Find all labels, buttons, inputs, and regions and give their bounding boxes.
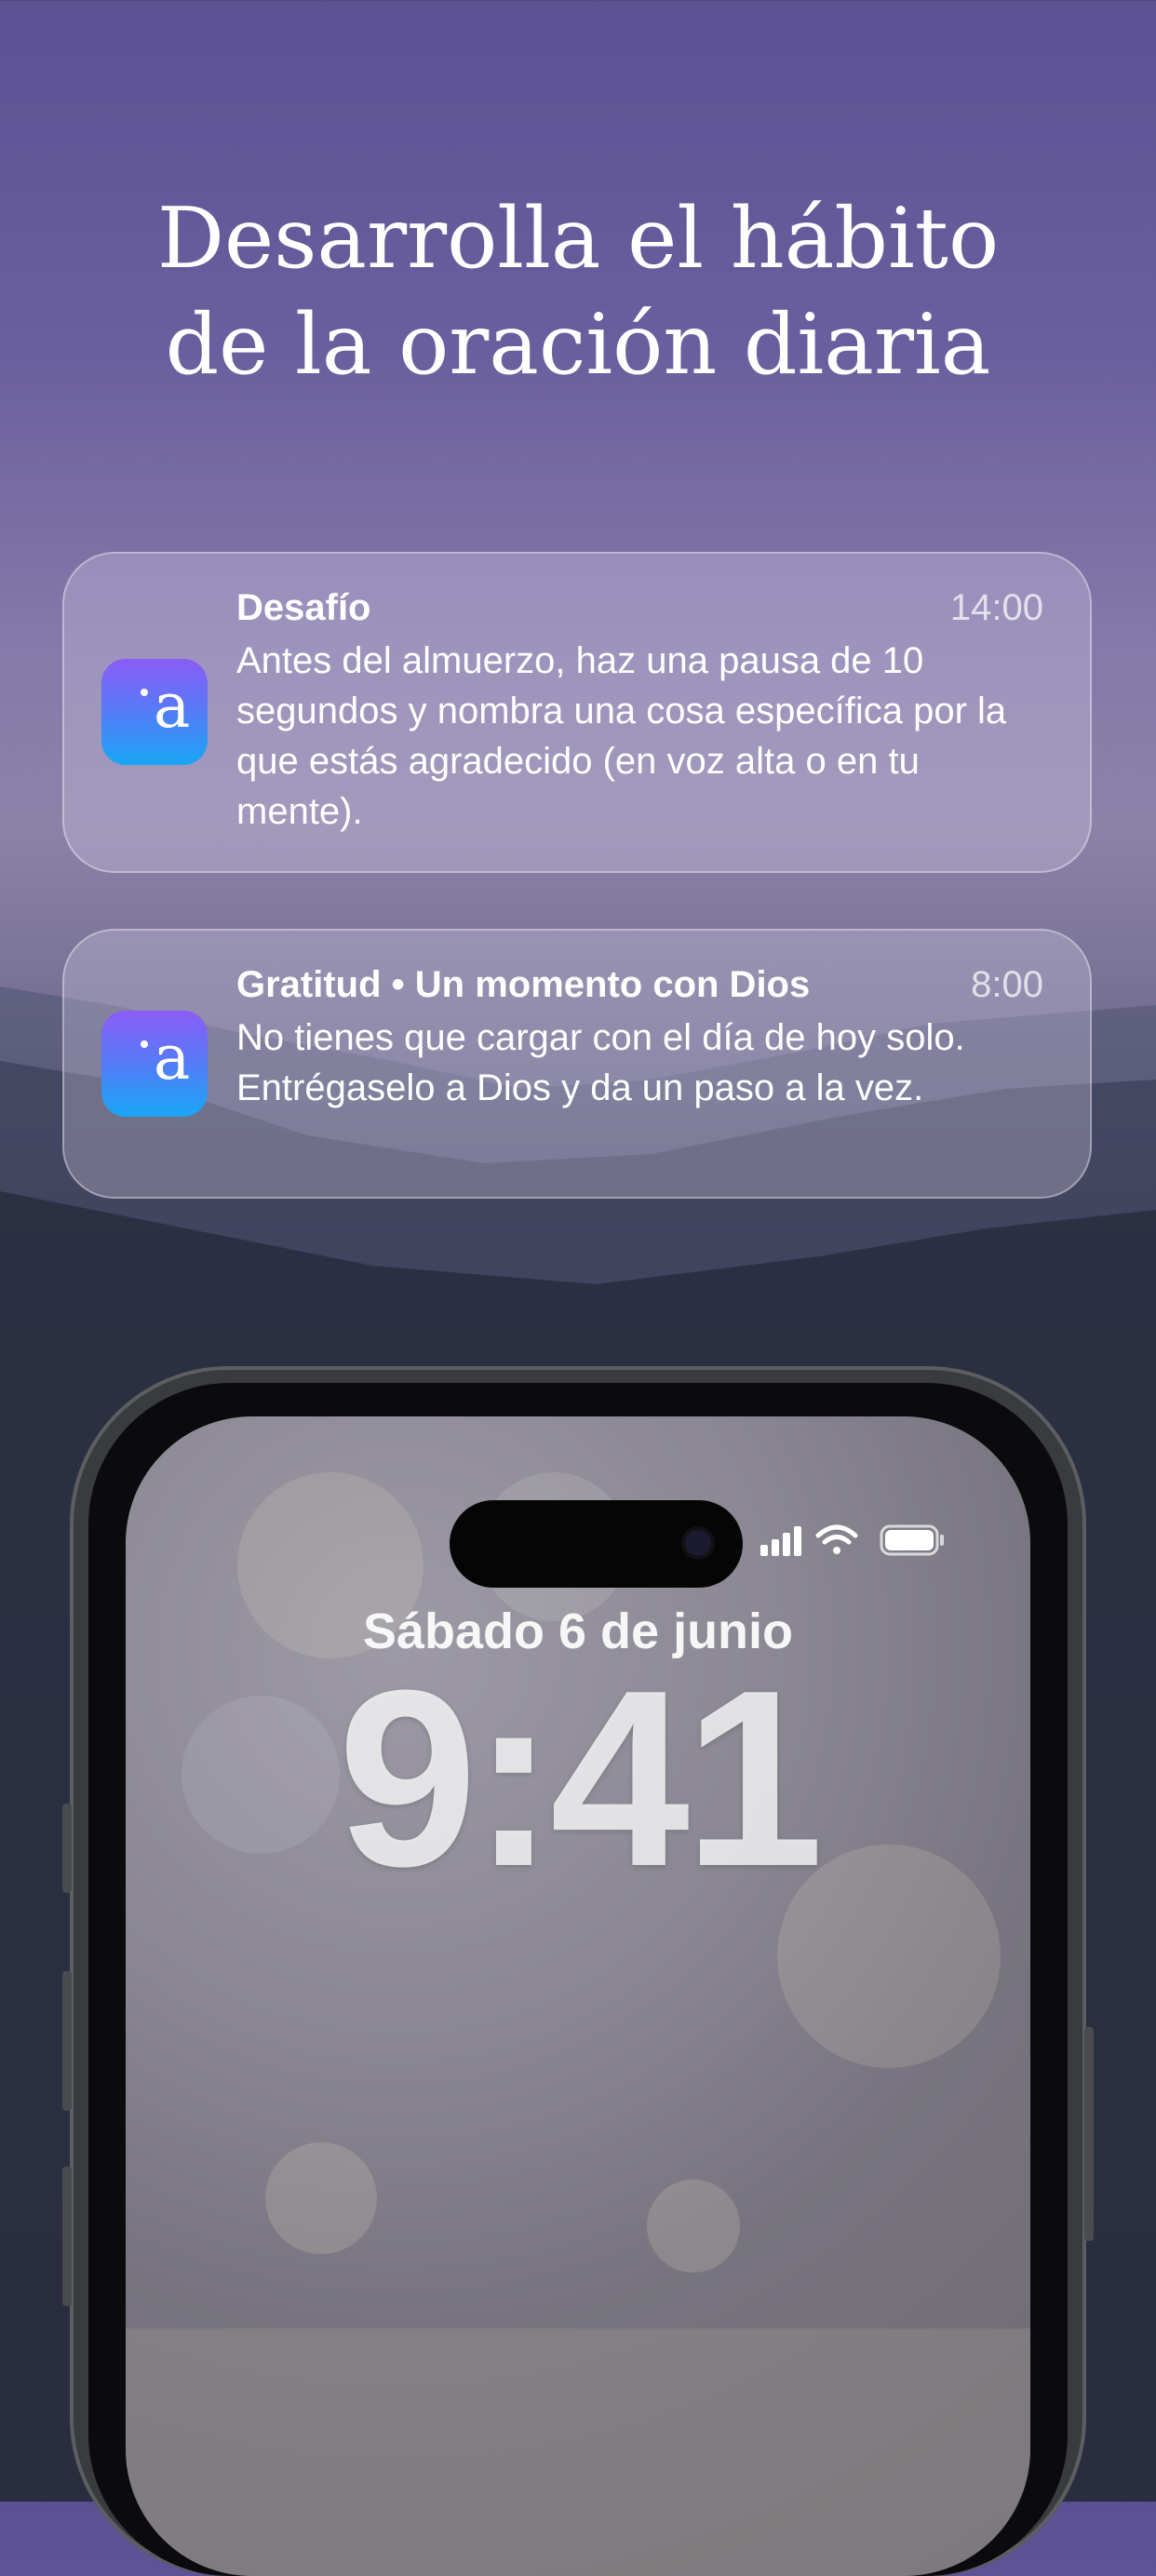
action-button bbox=[62, 1804, 72, 1893]
page-headline: Desarrolla el hábito de la oración diari… bbox=[0, 186, 1156, 398]
app-icon: a bbox=[101, 659, 208, 765]
notification-title: Desafío bbox=[236, 587, 371, 628]
notification-body: No tienes que cargar con el día de hoy s… bbox=[236, 1017, 965, 1108]
lock-screen: Sábado 6 de junio 9:41 bbox=[126, 1416, 1030, 2576]
headline-line-1: Desarrolla el hábito bbox=[156, 190, 1000, 288]
notification-title: Gratitud • Un momento con Dios bbox=[236, 964, 811, 1005]
notification-card[interactable]: a Desafío 14:00 Antes del almuerzo, haz … bbox=[62, 552, 1092, 873]
wifi-icon bbox=[815, 1524, 858, 1554]
phone-mockup: Sábado 6 de junio 9:41 bbox=[62, 1366, 1094, 2576]
app-icon: a bbox=[101, 1011, 208, 1117]
notification-time: 8:00 bbox=[971, 964, 1043, 1005]
notification-body: Antes del almuerzo, haz una pausa de 10 … bbox=[236, 640, 1007, 832]
bokeh-light bbox=[265, 2142, 377, 2254]
volume-down-button bbox=[62, 2167, 72, 2306]
app-icon-glyph: a bbox=[154, 670, 191, 742]
front-camera-icon bbox=[685, 1530, 711, 1556]
app-icon-glyph: a bbox=[154, 1022, 191, 1093]
app-icon-dot bbox=[141, 1040, 148, 1048]
status-bar-icons bbox=[760, 1524, 944, 1556]
glitter-area bbox=[126, 2328, 1030, 2576]
lock-screen-time: 9:41 bbox=[337, 1639, 824, 1919]
phone-bezel: Sábado 6 de junio 9:41 bbox=[88, 1383, 1068, 2576]
battery-icon bbox=[880, 1524, 944, 1556]
notification-card[interactable]: a Gratitud • Un momento con Dios 8:00 No… bbox=[62, 929, 1092, 1199]
dynamic-island bbox=[450, 1500, 743, 1588]
power-button bbox=[1084, 2027, 1094, 2241]
notification-time: 14:00 bbox=[949, 587, 1043, 628]
bokeh-light bbox=[647, 2180, 740, 2273]
headline-line-2: de la oración diaria bbox=[165, 296, 991, 394]
cellular-signal-icon bbox=[760, 1526, 801, 1556]
app-icon-dot bbox=[141, 689, 148, 696]
volume-up-button bbox=[62, 1971, 72, 2111]
